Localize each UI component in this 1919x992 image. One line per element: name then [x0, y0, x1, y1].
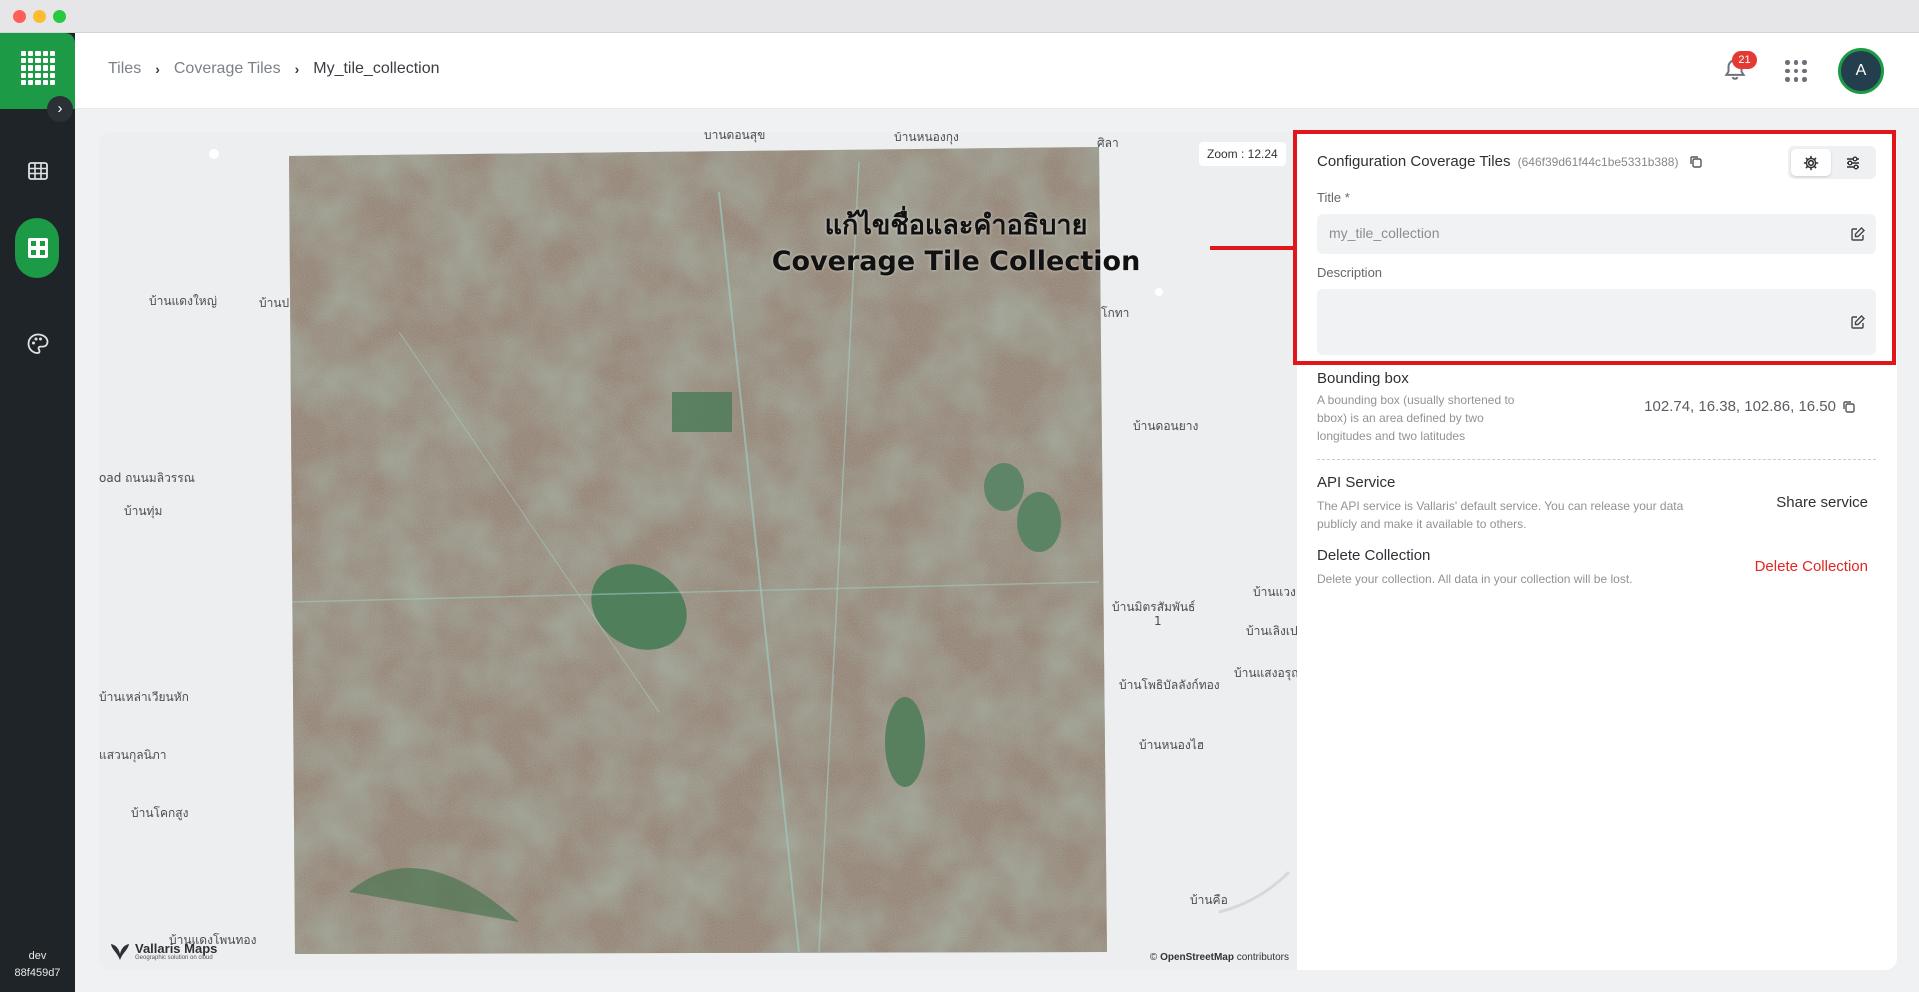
version-label: 88f459d7 — [14, 967, 61, 979]
bbox-value-text: 102.74, 16.38, 102.86, 16.50 — [1644, 398, 1836, 415]
map-place-label: บ้านโพธิบัลลังก์ทอง — [1119, 678, 1220, 692]
map-place-label: แสวนกุลนิภา — [99, 748, 167, 762]
window-zoom-button[interactable] — [53, 10, 66, 23]
zoom-level-indicator: Zoom : 12.24 — [1199, 142, 1286, 166]
sidebar-item-tables[interactable] — [18, 151, 57, 190]
map-place-label: โกทา — [1101, 306, 1130, 320]
share-service-button[interactable]: Share service — [1776, 494, 1868, 511]
breadcrumb-coverage-tiles[interactable]: Coverage Tiles — [174, 60, 281, 78]
breadcrumb-current: My_tile_collection — [313, 60, 440, 77]
annotation-line-thai: แก้ไขชื่อและคำอธิบาย — [824, 210, 1088, 241]
logo-subtitle: Geographic solution on cloud — [135, 954, 213, 961]
chevron-right-icon: › — [155, 61, 160, 77]
window-titlebar — [0, 0, 1919, 33]
map-place-label: oad ถนนมลิวรรณ — [99, 471, 195, 485]
copy-icon[interactable] — [1689, 155, 1703, 169]
window-close-button[interactable] — [13, 10, 26, 23]
bbox-title: Bounding box — [1317, 370, 1409, 387]
map-place-label: ศิลา — [1097, 136, 1119, 150]
map-place-label: บ้านป — [259, 296, 290, 310]
map-place-label: บ้านแสงอรุณ — [1234, 666, 1297, 680]
title-value: my_tile_collection — [1329, 225, 1440, 241]
tiles-icon — [27, 237, 48, 258]
apps-grid-icon[interactable] — [1785, 60, 1807, 82]
panel-mode-toggle — [1788, 146, 1876, 179]
osm-link[interactable]: OpenStreetMap — [1160, 952, 1234, 963]
map-place-label: บ้านดอนสุข — [704, 132, 766, 142]
panel-title-text: Configuration Coverage Tiles — [1317, 153, 1511, 170]
logo-grid-icon — [21, 51, 55, 85]
map-place-label: 1 — [1154, 614, 1162, 628]
vallaris-maps-logo: Vallaris Maps Geographic solution on clo… — [109, 940, 217, 962]
map-place-label: บ้านดอนยาง — [1133, 419, 1199, 433]
map-place-label: บ้านเหล่าเวียนหัก — [99, 690, 189, 704]
breadcrumb-tiles[interactable]: Tiles — [108, 60, 141, 78]
api-service-title: API Service — [1317, 474, 1396, 491]
table-grid-icon — [27, 161, 48, 180]
notification-badge: 21 — [1732, 51, 1757, 69]
panel-title: Configuration Coverage Tiles (646f39d61f… — [1317, 153, 1703, 170]
map-place-label: บ้านแดงใหญ่ — [149, 294, 217, 308]
sidebar: › dev 88f459d7 — [0, 33, 75, 992]
leaf-logo-icon — [111, 944, 129, 960]
env-label: dev — [28, 950, 47, 962]
api-service-description: The API service is Vallaris' default ser… — [1317, 499, 1684, 531]
logo-title: Vallaris Maps — [135, 940, 218, 956]
avatar[interactable]: A — [1838, 48, 1884, 94]
map-place-label: บ้านคือ — [1190, 893, 1228, 907]
sidebar-expand-button[interactable]: › — [47, 96, 73, 122]
attribution-prefix: © — [1149, 952, 1158, 963]
window-minimize-button[interactable] — [33, 10, 46, 23]
settings-tab[interactable] — [1791, 149, 1831, 176]
attribution-suffix: contributors — [1236, 952, 1289, 963]
sliders-icon — [1847, 156, 1859, 169]
delete-collection-button[interactable]: Delete Collection — [1755, 558, 1868, 575]
filters-tab[interactable] — [1833, 149, 1873, 176]
annotation-callout: แก้ไขชื่อและคำอธิบาย Coverage Tile Colle… — [736, 208, 1176, 280]
edit-icon[interactable] — [1850, 314, 1866, 330]
map-place-label: บ้านเลิงเป — [1246, 624, 1297, 638]
bbox-description: A bounding box (usually shortened to bbo… — [1317, 393, 1515, 443]
map-place-label: บ้านโคกสูง — [131, 806, 189, 820]
chevron-right-icon: › — [57, 100, 63, 117]
edit-icon[interactable] — [1850, 226, 1866, 242]
title-label: Title * — [1317, 190, 1350, 205]
annotation-line-en: Coverage Tile Collection — [771, 246, 1141, 277]
palette-icon — [27, 333, 48, 354]
chevron-right-icon: › — [294, 61, 300, 77]
map-place-label: บ้านหนองไฮ — [1139, 738, 1205, 752]
delete-collection-title: Delete Collection — [1317, 547, 1431, 564]
top-header: Tiles › Coverage Tiles › My_tile_collect… — [75, 33, 1919, 109]
title-field[interactable]: my_tile_collection — [1317, 214, 1876, 254]
bbox-value: 102.74, 16.38, 102.86, 16.50 — [1644, 398, 1856, 415]
collection-id: (646f39d61f44c1be5331b388) — [1517, 155, 1679, 169]
sidebar-item-styles[interactable] — [18, 324, 57, 363]
copy-icon[interactable] — [1842, 400, 1856, 414]
description-label: Description — [1317, 265, 1383, 280]
description-field[interactable] — [1317, 289, 1876, 355]
section-divider — [1317, 459, 1876, 460]
gear-icon — [1803, 155, 1819, 170]
breadcrumb: Tiles › Coverage Tiles › My_tile_collect… — [108, 60, 440, 78]
map-place-label: บ้านแวง — [1253, 585, 1296, 599]
map-place-label: บ้านหนองกุง — [894, 132, 959, 144]
map-place-label: บ้านทุ่ม — [124, 504, 163, 518]
map-attribution: © OpenStreetMap contributors — [1150, 952, 1289, 963]
sidebar-item-tiles-icon-wrap — [18, 228, 57, 267]
delete-collection-description: Delete your collection. All data in your… — [1317, 572, 1633, 586]
annotation-connector — [1210, 246, 1294, 250]
